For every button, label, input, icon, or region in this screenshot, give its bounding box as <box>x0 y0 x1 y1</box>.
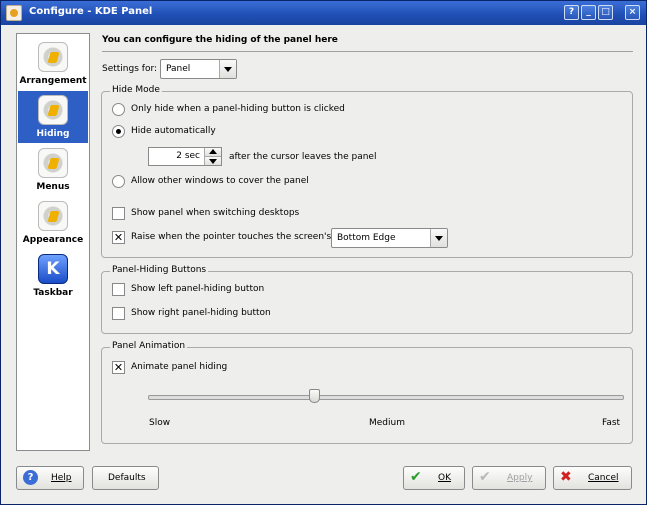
chevron-down-icon <box>219 60 236 78</box>
spin-down-icon[interactable] <box>204 157 221 165</box>
radio-allow-cover[interactable] <box>112 175 125 188</box>
animate-hiding-checkbox[interactable]: ✕ <box>112 361 125 374</box>
checkmark-icon: ✔ <box>479 469 491 485</box>
dialog-window: Configure - KDE Panel ? _ □ × Arrangemen… <box>0 0 647 505</box>
help-label: Help <box>51 473 72 483</box>
group-title: Panel Animation <box>110 341 188 351</box>
close-button[interactable]: × <box>625 5 640 20</box>
cancel-button[interactable]: ✖ Cancel <box>553 466 632 490</box>
maximize-button[interactable]: □ <box>598 5 613 20</box>
raise-edge-select[interactable]: Bottom Edge <box>331 228 448 248</box>
show-left-button-checkbox[interactable] <box>112 283 125 296</box>
show-switching-label[interactable]: Show panel when switching desktops <box>131 208 299 218</box>
sidebar-item-label: Menus <box>36 182 70 192</box>
window-title: Configure - KDE Panel <box>29 6 153 17</box>
gear-icon <box>38 148 68 178</box>
sidebar-item-label: Appearance <box>22 235 84 245</box>
cancel-label: Cancel <box>588 473 619 483</box>
ok-button[interactable]: ✔ OK <box>403 466 465 490</box>
animate-hiding-label[interactable]: Animate panel hiding <box>131 362 227 372</box>
panel-hiding-buttons-group: Panel-Hiding Buttons <box>101 265 633 334</box>
radio-allow-cover-label[interactable]: Allow other windows to cover the panel <box>131 176 309 186</box>
gear-icon <box>38 42 68 72</box>
group-title: Panel-Hiding Buttons <box>110 265 209 275</box>
sidebar: Arrangement Hiding Menus Appearance K Ta… <box>16 33 90 451</box>
sidebar-item-arrangement[interactable]: Arrangement <box>18 38 88 90</box>
slider-slow-label: Slow <box>149 418 171 428</box>
show-right-button-checkbox[interactable] <box>112 307 125 320</box>
show-switching-checkbox[interactable] <box>112 207 125 220</box>
apply-label: Apply <box>507 473 533 483</box>
chevron-down-icon <box>430 229 447 247</box>
raise-label[interactable]: Raise when the pointer touches the scree… <box>131 232 334 242</box>
minimize-button[interactable]: _ <box>581 5 596 20</box>
app-icon <box>6 5 22 21</box>
title-bar[interactable]: Configure - KDE Panel ? _ □ × <box>1 1 646 25</box>
settings-for-select[interactable]: Panel <box>160 59 237 79</box>
settings-for-value: Panel <box>166 64 191 74</box>
gear-icon <box>38 201 68 231</box>
sidebar-item-label: Hiding <box>36 129 70 139</box>
context-help-button[interactable]: ? <box>564 5 579 20</box>
radio-button-only-label[interactable]: Only hide when a panel-hiding button is … <box>131 104 345 114</box>
cancel-icon: ✖ <box>560 469 572 485</box>
show-right-button-label[interactable]: Show right panel-hiding button <box>131 308 271 318</box>
speed-slider-handle[interactable] <box>308 389 320 403</box>
checkmark-icon: ✔ <box>410 469 422 485</box>
radio-hide-auto[interactable] <box>112 125 125 138</box>
raise-checkbox[interactable]: ✕ <box>112 231 125 244</box>
sidebar-item-label: Taskbar <box>33 288 73 298</box>
show-left-button-label[interactable]: Show left panel-hiding button <box>131 284 264 294</box>
slider-medium-label: Medium <box>369 418 405 428</box>
radio-button-only[interactable] <box>112 103 125 116</box>
help-icon: ? <box>23 470 38 485</box>
divider <box>102 51 633 52</box>
raise-edge-value: Bottom Edge <box>337 233 396 243</box>
radio-hide-auto-label[interactable]: Hide automatically <box>131 126 216 136</box>
slider-fast-label: Fast <box>602 418 621 428</box>
settings-for-label: Settings for: <box>102 64 158 74</box>
defaults-button[interactable]: Defaults <box>92 466 159 490</box>
delay-value: 2 sec <box>176 151 200 161</box>
page-title: You can configure the hiding of the pane… <box>102 35 338 45</box>
sidebar-item-label: Arrangement <box>19 76 87 86</box>
sidebar-item-hiding[interactable]: Hiding <box>18 91 88 143</box>
sidebar-item-taskbar[interactable]: K Taskbar <box>18 250 88 302</box>
sidebar-item-menus[interactable]: Menus <box>18 144 88 196</box>
delay-spinbox[interactable]: 2 sec <box>148 147 222 166</box>
help-button[interactable]: ? Help <box>16 466 84 490</box>
gear-icon <box>38 95 68 125</box>
apply-button[interactable]: ✔ Apply <box>472 466 546 490</box>
spin-up-icon[interactable] <box>204 148 221 157</box>
delay-suffix-label: after the cursor leaves the panel <box>229 152 377 162</box>
sidebar-item-appearance[interactable]: Appearance <box>18 197 88 249</box>
kde-icon: K <box>38 254 68 284</box>
ok-label: OK <box>438 473 451 483</box>
defaults-label: Defaults <box>108 473 146 483</box>
group-title: Hide Mode <box>110 85 162 95</box>
speed-slider-track[interactable] <box>148 395 624 400</box>
